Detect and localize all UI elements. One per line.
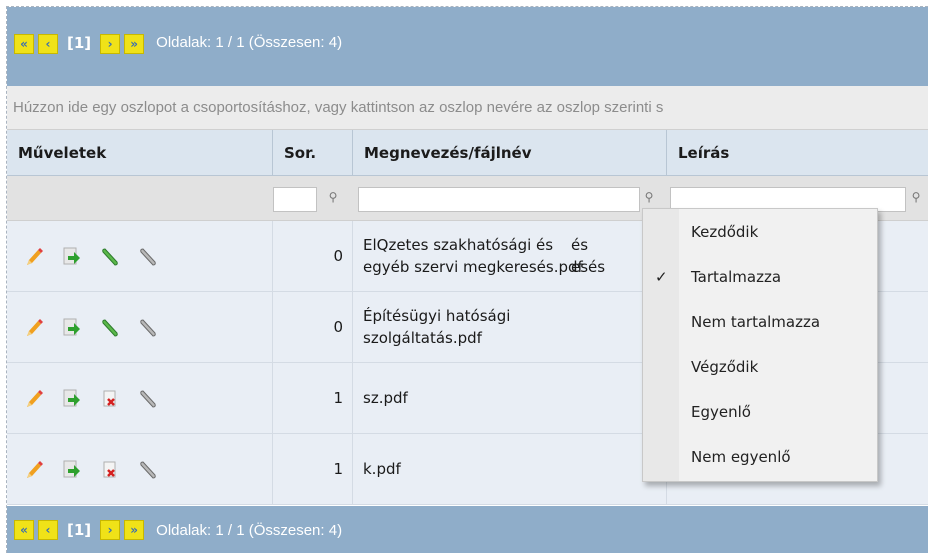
menu-item-starts-with[interactable]: Kezdődik [643,209,879,254]
header-description[interactable]: Leírás [667,130,928,176]
row-order: 0 [333,247,343,265]
first-page-button[interactable]: « [14,34,34,54]
order-filter-icon[interactable]: ⚲ [327,189,339,205]
move-icon[interactable] [62,317,82,339]
filter-condition-menu: Kezdődik ✓ Tartalmazza Nem tartalmazza Vé… [642,208,878,482]
file-name-line1: sz.pdf [363,389,408,407]
attach-green-icon[interactable] [100,317,120,339]
file-name-line2: egyéb szervi megkeresés.pdf [363,258,583,276]
next-page-button[interactable]: › [100,34,121,54]
group-by-hint: Húzzon ide egy oszlopot a csoportosításh… [13,99,664,116]
attach-icon[interactable] [138,317,158,339]
group-by-area[interactable]: Húzzon ide egy oszlopot a csoportosításh… [7,86,928,130]
last-page-button[interactable]: » [124,34,145,54]
current-page: [1] [67,34,92,52]
edit-icon[interactable] [24,246,44,268]
edit-icon[interactable] [24,388,44,410]
pager-info: Oldalak: 1 / 1 (Összesen: 4) [156,34,343,51]
check-icon: ✓ [655,267,668,286]
menu-item-not-equals[interactable]: Nem egyenlő [643,434,879,479]
last-page-button[interactable]: » [124,520,145,540]
file-name-line2: szolgáltatás.pdf [363,329,482,347]
menu-item-not-contains[interactable]: Nem tartalmazza [643,299,879,344]
move-icon[interactable] [62,246,82,268]
current-page: [1] [67,521,92,539]
menu-item-ends-with[interactable]: Végződik [643,344,879,389]
delete-file-icon[interactable] [100,388,120,410]
row-order: 1 [333,389,343,407]
file-name-line1: Építésügyi hatósági [363,307,511,325]
row-order: 1 [333,460,343,478]
first-page-button[interactable]: « [14,520,34,540]
prev-page-button[interactable]: ‹ [38,520,58,540]
description-line2: esés [571,258,606,276]
pager-bottom: « ‹ [1] › » Oldalak: 1 / 1 (Összesen: 4) [7,506,928,553]
menu-item-contains[interactable]: ✓ Tartalmazza [643,254,879,299]
header-actions[interactable]: Műveletek [7,130,273,176]
file-name-line1: k.pdf [363,460,401,478]
attach-green-icon[interactable] [100,246,120,268]
edit-icon[interactable] [24,459,44,481]
file-name-line1: ElQzetes szakhatósági és [363,236,554,254]
menu-item-equals[interactable]: Egyenlő [643,389,879,434]
row-order: 0 [333,318,343,336]
description-filter-icon[interactable]: ⚲ [910,189,922,205]
header-order[interactable]: Sor. [273,130,353,176]
attach-icon[interactable] [138,246,158,268]
delete-file-icon[interactable] [100,459,120,481]
description-line1: és [571,236,589,254]
next-page-button[interactable]: › [100,520,121,540]
pager-info: Oldalak: 1 / 1 (Összesen: 4) [156,521,343,539]
move-icon[interactable] [62,388,82,410]
attach-icon[interactable] [138,459,158,481]
prev-page-button[interactable]: ‹ [38,34,58,54]
name-filter-input[interactable] [358,187,640,212]
name-filter-icon[interactable]: ⚲ [643,189,655,205]
header-name[interactable]: Megnevezés/fájlnév [353,130,667,176]
pager-top: « ‹ [1] › » Oldalak: 1 / 1 (Összesen: 4) [7,7,928,86]
attach-icon[interactable] [138,388,158,410]
edit-icon[interactable] [24,317,44,339]
order-filter-input[interactable] [273,187,317,212]
move-icon[interactable] [62,459,82,481]
